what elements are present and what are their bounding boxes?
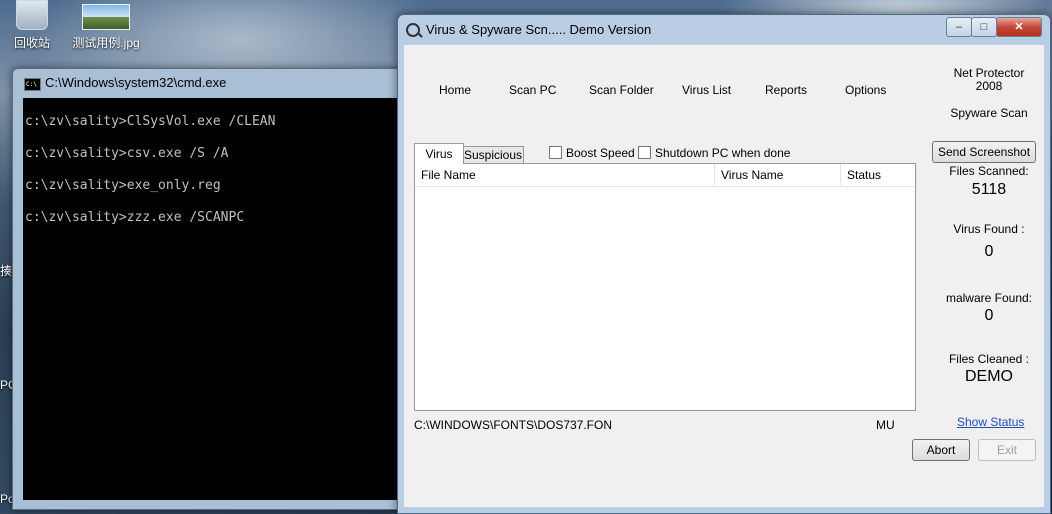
malware-found-label: malware Found:: [945, 291, 1033, 305]
console-output[interactable]: c:\zv\sality>ClSysVol.exe /CLEAN c:\zv\s…: [23, 98, 409, 500]
desktop-icon-label: 测试用例.jpg: [72, 36, 140, 50]
tab-suspicious[interactable]: Suspicious: [462, 146, 524, 164]
send-screenshot-button[interactable]: Send Screenshot: [932, 141, 1036, 163]
cmd-window[interactable]: C:\ C:\Windows\system32\cmd.exe c:\zv\sa…: [12, 68, 414, 510]
current-scan-path: C:\WINDOWS\FONTS\DOS737.FON: [414, 418, 613, 432]
console-icon: C:\: [24, 78, 41, 91]
product-brand: Net Protector 2008: [944, 67, 1034, 93]
cmd-titlebar[interactable]: C:\ C:\Windows\system32\cmd.exe: [13, 69, 413, 97]
cmd-title: C:\Windows\system32\cmd.exe: [45, 75, 227, 90]
magnifier-icon: [406, 23, 420, 37]
image-file-icon: [82, 4, 130, 30]
results-list[interactable]: File Name Virus Name Status: [414, 163, 917, 411]
virus-found-label: Virus Found :: [953, 222, 1025, 236]
files-cleaned-value: DEMO: [965, 368, 1013, 385]
files-scanned-label: Files Scanned:: [949, 164, 1029, 178]
minimize-button[interactable]: –: [946, 17, 972, 37]
malware-found-value: 0: [984, 307, 994, 324]
recycle-bin-icon: [16, 0, 48, 30]
product-subtitle: Spyware Scan: [950, 106, 1028, 120]
nav-virus-list[interactable]: Virus List: [682, 83, 731, 97]
checkbox-box[interactable]: [638, 146, 651, 159]
virus-found-value: 0: [984, 243, 994, 260]
show-status-link[interactable]: Show Status: [957, 415, 1024, 429]
mode-indicator: MU: [876, 418, 895, 432]
nav-reports[interactable]: Reports: [765, 83, 807, 97]
checkbox-label: Shutdown PC when done: [655, 146, 791, 160]
nav-options[interactable]: Options: [845, 83, 886, 97]
checkbox-label: Boost Speed: [566, 146, 635, 160]
list-header: File Name Virus Name Status: [415, 164, 917, 187]
exit-button: Exit: [978, 439, 1036, 461]
column-file-name[interactable]: File Name: [415, 164, 715, 186]
console-line: c:\zv\sality>csv.exe /S /A: [25, 146, 229, 161]
nav-scan-pc[interactable]: Scan PC: [509, 83, 556, 97]
nav-scan-folder[interactable]: Scan Folder: [589, 83, 654, 97]
console-line: c:\zv\sality>zzz.exe /SCANPC: [25, 210, 245, 225]
window-client-area: Home Scan PC Scan Folder Virus List Repo…: [404, 45, 1044, 507]
files-scanned-value: 5118: [971, 181, 1007, 198]
desktop-icon-jpg-file[interactable]: 测试用例.jpg: [66, 0, 146, 51]
close-button[interactable]: ✕: [996, 17, 1042, 37]
desktop-icon-label: 回收站: [13, 36, 50, 50]
column-virus-name[interactable]: Virus Name: [715, 164, 841, 186]
console-line: c:\zv\sality>ClSysVol.exe /CLEAN: [25, 114, 276, 129]
maximize-button[interactable]: □: [971, 17, 997, 37]
desktop-icon-recycle-bin[interactable]: 回收站: [8, 0, 56, 51]
desktop-edge-text: 揍: [0, 264, 13, 278]
console-line: c:\zv\sality>exe_only.reg: [25, 178, 221, 193]
window-title: Virus & Spyware Scn..... Demo Version: [426, 22, 652, 37]
abort-button[interactable]: Abort: [912, 439, 970, 461]
column-status[interactable]: Status: [841, 164, 917, 186]
boost-speed-checkbox[interactable]: Boost Speed: [549, 146, 635, 160]
tab-virus[interactable]: Virus: [414, 143, 464, 164]
scanner-window[interactable]: Virus & Spyware Scn..... Demo Version – …: [397, 14, 1051, 514]
shutdown-checkbox[interactable]: Shutdown PC when done: [638, 146, 790, 160]
brand-year: 2008: [975, 79, 1003, 93]
nav-home[interactable]: Home: [439, 83, 471, 97]
checkbox-box[interactable]: [549, 146, 562, 159]
files-cleaned-label: Files Cleaned :: [948, 352, 1030, 366]
